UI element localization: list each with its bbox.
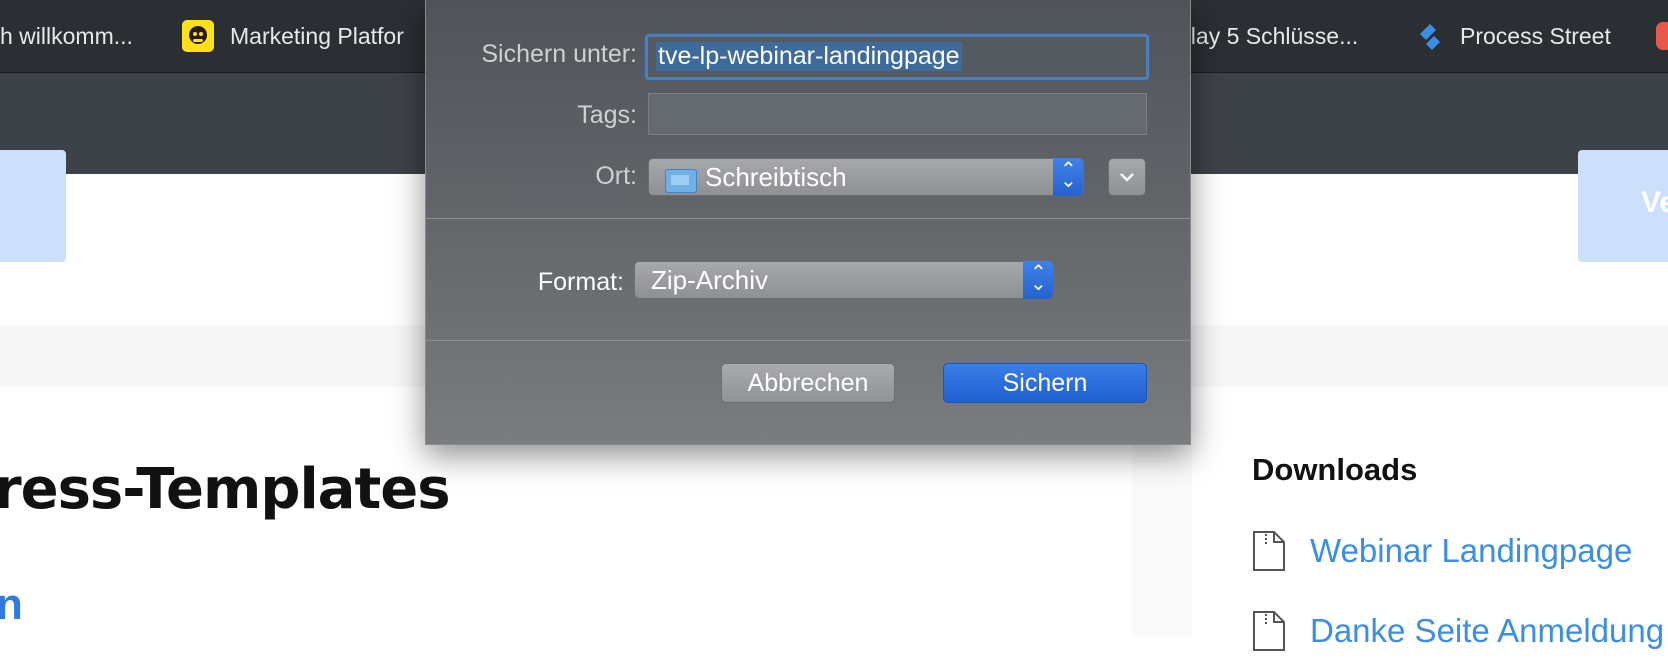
file-icon: [1252, 610, 1286, 652]
right-button-label: Ve: [1641, 186, 1668, 219]
tags-input[interactable]: [648, 93, 1147, 135]
format-select[interactable]: Zip-Archiv: [634, 260, 1054, 299]
divider: [426, 340, 1190, 341]
download-item[interactable]: Webinar Landingpage: [1252, 530, 1632, 572]
divider: [426, 218, 1190, 219]
cancel-button[interactable]: Abbrechen: [721, 363, 895, 403]
format-label: Format:: [537, 268, 624, 296]
process-street-icon: [1412, 20, 1444, 52]
format-value: Zip-Archiv: [651, 265, 769, 295]
bookmark-label: play 5 Schlüsse...: [1178, 22, 1359, 49]
file-icon: [1252, 530, 1286, 572]
page-title: ress-Templates: [0, 457, 451, 522]
bookmark-item[interactable]: h willkomm...: [0, 0, 133, 72]
location-label: Ort:: [595, 162, 637, 190]
save-button[interactable]: Sichern: [943, 363, 1147, 403]
desktop-folder-icon: [665, 169, 697, 193]
download-link[interactable]: Webinar Landingpage: [1310, 532, 1632, 570]
bookmark-item[interactable]: play 5 Schlüsse...: [1178, 0, 1358, 72]
bookmark-item-partial[interactable]: [1656, 0, 1668, 72]
chevron-updown-icon: [1053, 157, 1083, 196]
expand-dialog-button[interactable]: [1108, 158, 1146, 196]
bookmark-label: Marketing Platfor: [230, 22, 404, 49]
left-button-fragment[interactable]: [0, 150, 66, 262]
right-button-fragment[interactable]: Ve: [1578, 150, 1668, 262]
download-link[interactable]: Danke Seite Anmeldung: [1310, 612, 1664, 650]
bookmark-label: h willkomm...: [0, 22, 133, 49]
bookmark-icon: [1656, 22, 1668, 50]
downloads-title: Downloads: [1252, 452, 1418, 487]
chevron-updown-icon: [1023, 260, 1053, 299]
chevron-down-icon: [1120, 173, 1134, 182]
mailchimp-icon: [182, 20, 214, 52]
bookmark-item[interactable]: Process Street: [1412, 0, 1611, 72]
tags-label: Tags:: [577, 101, 637, 129]
location-select[interactable]: Schreibtisch: [648, 157, 1084, 196]
download-item[interactable]: Danke Seite Anmeldung: [1252, 610, 1664, 652]
save-as-label: Sichern unter:: [481, 40, 637, 68]
bookmark-item[interactable]: Marketing Platfor: [182, 0, 404, 72]
bookmark-label: Process Street: [1460, 22, 1611, 49]
location-value: Schreibtisch: [705, 162, 847, 192]
save-as-value: tve-lp-webinar-landingpage: [656, 42, 962, 71]
save-dialog: Sichern unter: tve-lp-webinar-landingpag…: [425, 0, 1191, 445]
save-as-input[interactable]: tve-lp-webinar-landingpage: [645, 34, 1149, 80]
partial-link[interactable]: n: [0, 580, 23, 630]
